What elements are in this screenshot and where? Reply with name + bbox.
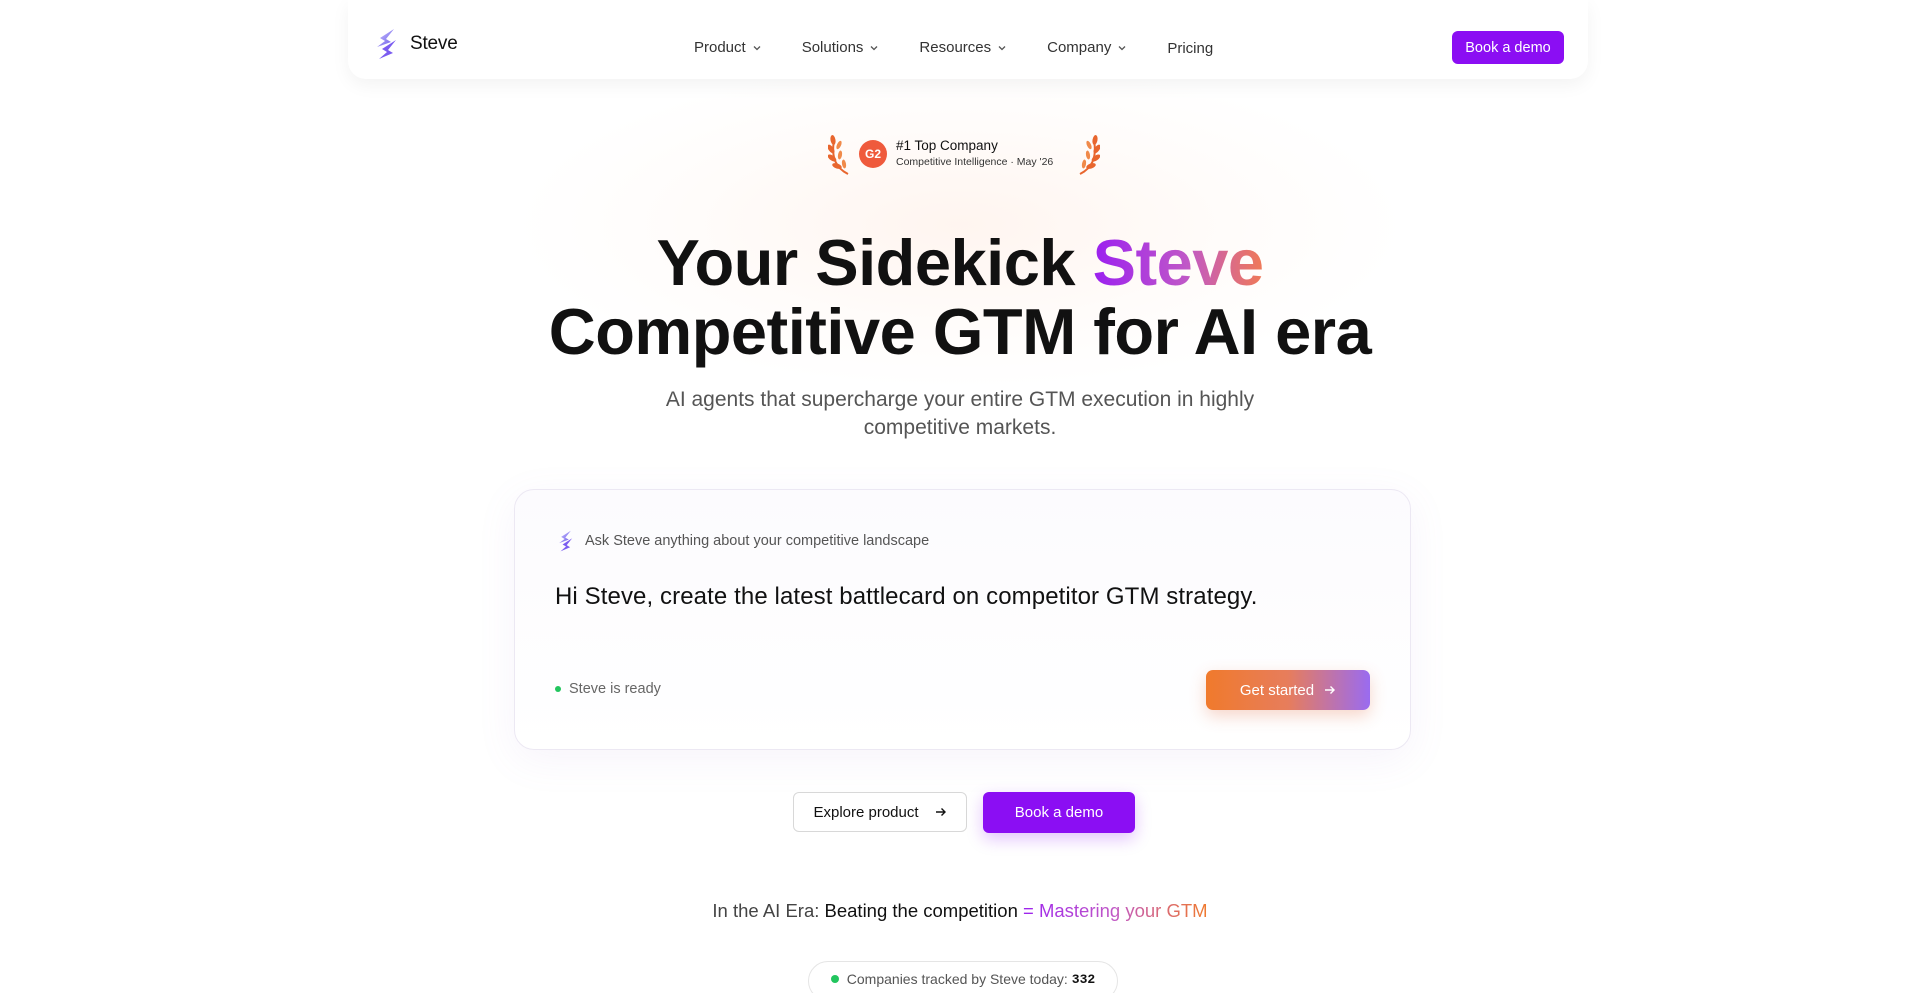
status-text: Steve is ready <box>569 681 661 697</box>
award-badge: G2 #1 Top Company Competitive Intelligen… <box>828 130 1100 176</box>
nav-pricing-label: Pricing <box>1167 40 1214 57</box>
counter-value: 332 <box>1071 971 1096 987</box>
nav-company-label: Company <box>1047 39 1112 56</box>
nav-product-label: Product <box>694 39 746 56</box>
tagline: In the AI Era: Beating the competition =… <box>0 900 1920 922</box>
hero-title-prefix: Your Sidekick <box>656 226 1093 299</box>
status-indicator: Steve is ready <box>555 681 661 697</box>
companies-tracked-counter: Companies tracked by Steve today: 332 <box>808 961 1118 993</box>
book-demo-nav-button[interactable]: Book a demo <box>1452 31 1564 64</box>
arrow-right-icon <box>1325 686 1336 694</box>
tagline-prefix: In the AI Era: <box>712 900 825 921</box>
badge-subtitle: Competitive Intelligence · May '26 <box>896 156 1054 168</box>
chevron-down-icon <box>1118 45 1126 50</box>
status-dot-icon <box>555 686 561 692</box>
get-started-label: Get started <box>1239 681 1315 699</box>
g2-logo-icon: G2 <box>859 140 887 168</box>
tagline-main: Beating the competition <box>824 900 1018 921</box>
main-menu: Product Solutions Resources Company Pric… <box>694 38 1253 57</box>
laurel-left-icon <box>828 135 849 175</box>
steve-logo-icon <box>377 29 396 59</box>
arrow-right-icon <box>935 808 946 816</box>
hero-title: Your Sidekick Steve Competitive GTM for … <box>0 228 1920 366</box>
card-label: Ask Steve anything about your competitiv… <box>585 533 930 549</box>
tagline-accent: = Mastering your GTM <box>1017 900 1208 921</box>
badge-title: #1 Top Company <box>896 138 998 153</box>
get-started-button[interactable]: Get started <box>1206 670 1370 710</box>
nav-product[interactable]: Product <box>694 39 762 56</box>
card-header: Ask Steve anything about your competitiv… <box>557 530 929 552</box>
prompt-input[interactable]: Hi Steve, create the latest battlecard o… <box>555 583 1257 611</box>
explore-product-label: Explore product <box>813 803 919 821</box>
nav-solutions-label: Solutions <box>801 39 864 56</box>
brand-logo[interactable]: Steve <box>374 28 458 60</box>
chevron-down-icon <box>870 45 878 50</box>
explore-product-button[interactable]: Explore product <box>793 792 967 832</box>
steve-logo-icon <box>559 530 573 552</box>
ask-steve-card: Ask Steve anything about your competitiv… <box>514 489 1411 750</box>
hero-title-line2: Competitive GTM for AI era <box>548 295 1372 368</box>
book-demo-button[interactable]: Book a demo <box>983 792 1135 833</box>
live-dot-icon <box>830 975 839 983</box>
laurel-right-icon <box>1079 135 1100 175</box>
brand-name: Steve <box>410 33 458 54</box>
nav-pricing[interactable]: Pricing <box>1167 40 1213 57</box>
nav-solutions[interactable]: Solutions <box>802 39 880 56</box>
hero-subtitle: AI agents that supercharge your entire G… <box>665 388 1255 439</box>
chevron-down-icon <box>998 45 1006 50</box>
hero-title-accent: Steve <box>1092 226 1264 299</box>
top-navbar: Steve Product Solutions Resources Compan… <box>348 0 1588 79</box>
nav-resources[interactable]: Resources <box>919 39 1007 56</box>
counter-label: Companies tracked by Steve today: <box>846 971 1068 987</box>
nav-resources-label: Resources <box>919 39 992 56</box>
nav-company[interactable]: Company <box>1047 39 1127 56</box>
chevron-down-icon <box>753 45 761 50</box>
